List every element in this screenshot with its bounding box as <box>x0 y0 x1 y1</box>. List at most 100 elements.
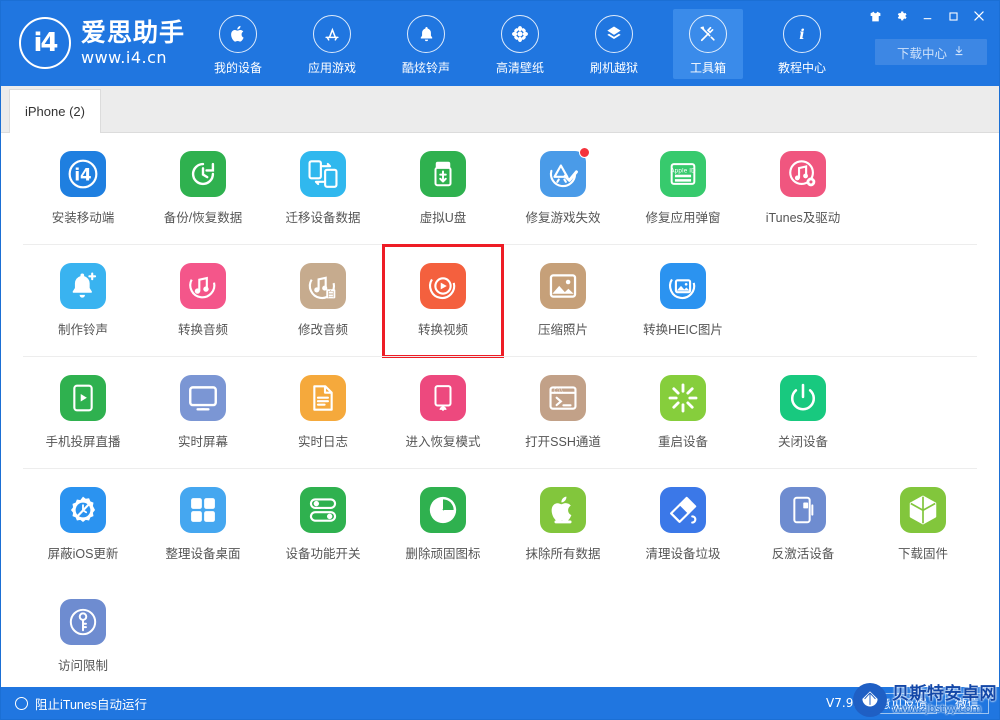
wechat-button[interactable]: 微信 <box>944 692 989 714</box>
feature-switch-icon <box>300 487 346 533</box>
main-nav: 我的设备 应用游戏 酷炫铃声 高清壁纸 刷机越狱 工具箱 i 教程中心 <box>191 9 849 79</box>
tool-tile-ssh-tunnel[interactable]: C:\\ 打开SSH通道 <box>503 357 623 469</box>
tool-tile-realtime-log[interactable]: 实时日志 <box>263 357 383 469</box>
backup-restore-icon <box>180 151 226 197</box>
itunes-driver-icon <box>780 151 826 197</box>
status-bar-right: V7.93 意见反馈 微信 <box>826 692 999 714</box>
tool-tile-block-ios-update[interactable]: 屏蔽iOS更新 <box>23 469 143 581</box>
tool-tile-delete-icon[interactable]: 删除顽固图标 <box>383 469 503 581</box>
tool-tile-label: 修复游戏失效 <box>525 211 601 225</box>
tool-tile-access-restriction[interactable]: 访问限制 <box>23 581 143 688</box>
nav-item-my-device[interactable]: 我的设备 <box>203 9 273 79</box>
clean-junk-icon <box>660 487 706 533</box>
tool-tile-label: 设备功能开关 <box>285 547 361 561</box>
screen-cast-icon <box>60 375 106 421</box>
tool-tile-make-ringtone[interactable]: 制作铃声 <box>23 245 143 357</box>
nav-item-toolbox[interactable]: 工具箱 <box>673 9 743 79</box>
tool-tile-recovery-mode[interactable]: 进入恢复模式 <box>383 357 503 469</box>
window-controls <box>863 5 991 27</box>
tool-tile-screen-cast[interactable]: 手机投屏直播 <box>23 357 143 469</box>
fix-game-icon <box>540 147 590 197</box>
tool-tile-compress-photo[interactable]: 压缩照片 <box>503 245 623 357</box>
tool-tile-label: 实时日志 <box>297 435 348 449</box>
tool-tile-label: 转换视频 <box>417 323 468 337</box>
settings-gear-icon[interactable] <box>889 5 913 27</box>
appstore-icon <box>313 15 351 53</box>
tools-icon <box>689 15 727 53</box>
tool-tile-label: 整理设备桌面 <box>165 547 241 561</box>
tool-tile-label: iTunes及驱动 <box>765 211 841 225</box>
tool-tile-label: 虚拟U盘 <box>419 211 467 225</box>
realtime-log-icon <box>300 375 346 421</box>
block-itunes-label: 阻止iTunes自动运行 <box>35 697 148 712</box>
tool-tile-convert-heic[interactable]: 转换HEIC图片 <box>623 245 743 357</box>
tool-tile-deactivate-device[interactable]: 反激活设备 <box>743 469 863 581</box>
erase-data-icon <box>540 487 586 533</box>
tool-tile-label: 修复应用弹窗 <box>645 211 721 225</box>
maximize-icon[interactable] <box>941 5 965 27</box>
tool-tile-label: 访问限制 <box>57 659 108 673</box>
tool-tile-label: 屏蔽iOS更新 <box>47 547 119 561</box>
status-bar: 阻止iTunes自动运行 V7.93 意见反馈 微信 <box>1 687 999 719</box>
block-itunes-toggle[interactable]: 阻止iTunes自动运行 <box>1 694 147 713</box>
version-label: V7.93 <box>826 696 861 710</box>
tab-iphone[interactable]: iPhone (2) <box>9 89 101 133</box>
tool-tile-convert-audio[interactable]: 转换音频 <box>143 245 263 357</box>
tool-tile-label: 安装移动端 <box>51 211 115 225</box>
delete-icon-icon <box>420 487 466 533</box>
feedback-button[interactable]: 意见反馈 <box>868 692 937 714</box>
arrange-desktop-icon <box>180 487 226 533</box>
toolbox-grid: i4 安装移动端 备份/恢复数据 迁移设备数据 虚拟U盘 修复游戏失效 Apple ID 修复… <box>1 133 999 688</box>
tool-tile-label: 清理设备垃圾 <box>645 547 721 561</box>
shutdown-device-icon <box>780 375 826 421</box>
block-ios-update-icon <box>60 487 106 533</box>
tool-tile-label: 迁移设备数据 <box>285 211 361 225</box>
svg-text:自: 自 <box>327 288 335 298</box>
realtime-screen-icon <box>180 375 226 421</box>
download-arrow-icon <box>953 45 965 60</box>
apple-id-icon: Apple ID <box>660 151 706 197</box>
logo-text: i4 <box>33 28 58 58</box>
tool-tile-download-firmware[interactable]: 下载固件 <box>863 469 983 581</box>
tool-tile-apple-id[interactable]: Apple ID 修复应用弹窗 <box>623 133 743 245</box>
skin-icon[interactable] <box>863 5 887 27</box>
restart-device-icon <box>660 375 706 421</box>
brand-logo-area: i4 爱思助手 www.i4.cn <box>19 17 185 69</box>
tool-tile-label: 进入恢复模式 <box>405 435 481 449</box>
radio-icon <box>15 696 28 710</box>
minimize-icon[interactable] <box>915 5 939 27</box>
nav-label: 应用游戏 <box>307 61 356 75</box>
close-icon[interactable] <box>967 5 991 27</box>
tool-tile-erase-data[interactable]: 抹除所有数据 <box>503 469 623 581</box>
tool-tile-clean-junk[interactable]: 清理设备垃圾 <box>623 469 743 581</box>
nav-item-flash-jailbreak[interactable]: 刷机越狱 <box>579 9 649 79</box>
tool-tile-realtime-screen[interactable]: 实时屏幕 <box>143 357 263 469</box>
download-center-label: 下载中心 <box>896 46 947 61</box>
nav-label: 高清壁纸 <box>495 61 544 75</box>
tool-tile-label: 转换音频 <box>177 323 228 337</box>
tool-tile-restart-device[interactable]: 重启设备 <box>623 357 743 469</box>
usb-drive-icon <box>420 151 466 197</box>
download-center-button[interactable]: 下载中心 <box>875 39 987 65</box>
tool-tile-arrange-desktop[interactable]: 整理设备桌面 <box>143 469 263 581</box>
tool-tile-feature-switch[interactable]: 设备功能开关 <box>263 469 383 581</box>
tool-tile-label: 删除顽固图标 <box>405 547 481 561</box>
tool-tile-backup-restore[interactable]: 备份/恢复数据 <box>143 133 263 245</box>
tool-tile-usb-drive[interactable]: 虚拟U盘 <box>383 133 503 245</box>
migrate-data-icon <box>300 151 346 197</box>
tool-tile-label: 重启设备 <box>657 435 708 449</box>
tool-tile-fix-game[interactable]: 修复游戏失效 <box>503 133 623 245</box>
tool-tile-itunes-driver[interactable]: iTunes及驱动 <box>743 133 863 245</box>
nav-item-apps-games[interactable]: 应用游戏 <box>297 9 367 79</box>
tool-tile-convert-video[interactable]: 转换视频 <box>382 244 504 358</box>
tool-tile-label: 手机投屏直播 <box>45 435 121 449</box>
nav-item-wallpapers[interactable]: 高清壁纸 <box>485 9 555 79</box>
tool-tile-i4-app[interactable]: i4 安装移动端 <box>23 133 143 245</box>
nav-item-ringtones[interactable]: 酷炫铃声 <box>391 9 461 79</box>
tool-tile-shutdown-device[interactable]: 关闭设备 <box>743 357 863 469</box>
tool-tile-edit-audio[interactable]: 自修改音频 <box>263 245 383 357</box>
nav-item-tutorial-center[interactable]: i 教程中心 <box>767 9 837 79</box>
tool-tile-migrate-data[interactable]: 迁移设备数据 <box>263 133 383 245</box>
convert-audio-icon <box>180 263 226 309</box>
bell-icon <box>407 15 445 53</box>
